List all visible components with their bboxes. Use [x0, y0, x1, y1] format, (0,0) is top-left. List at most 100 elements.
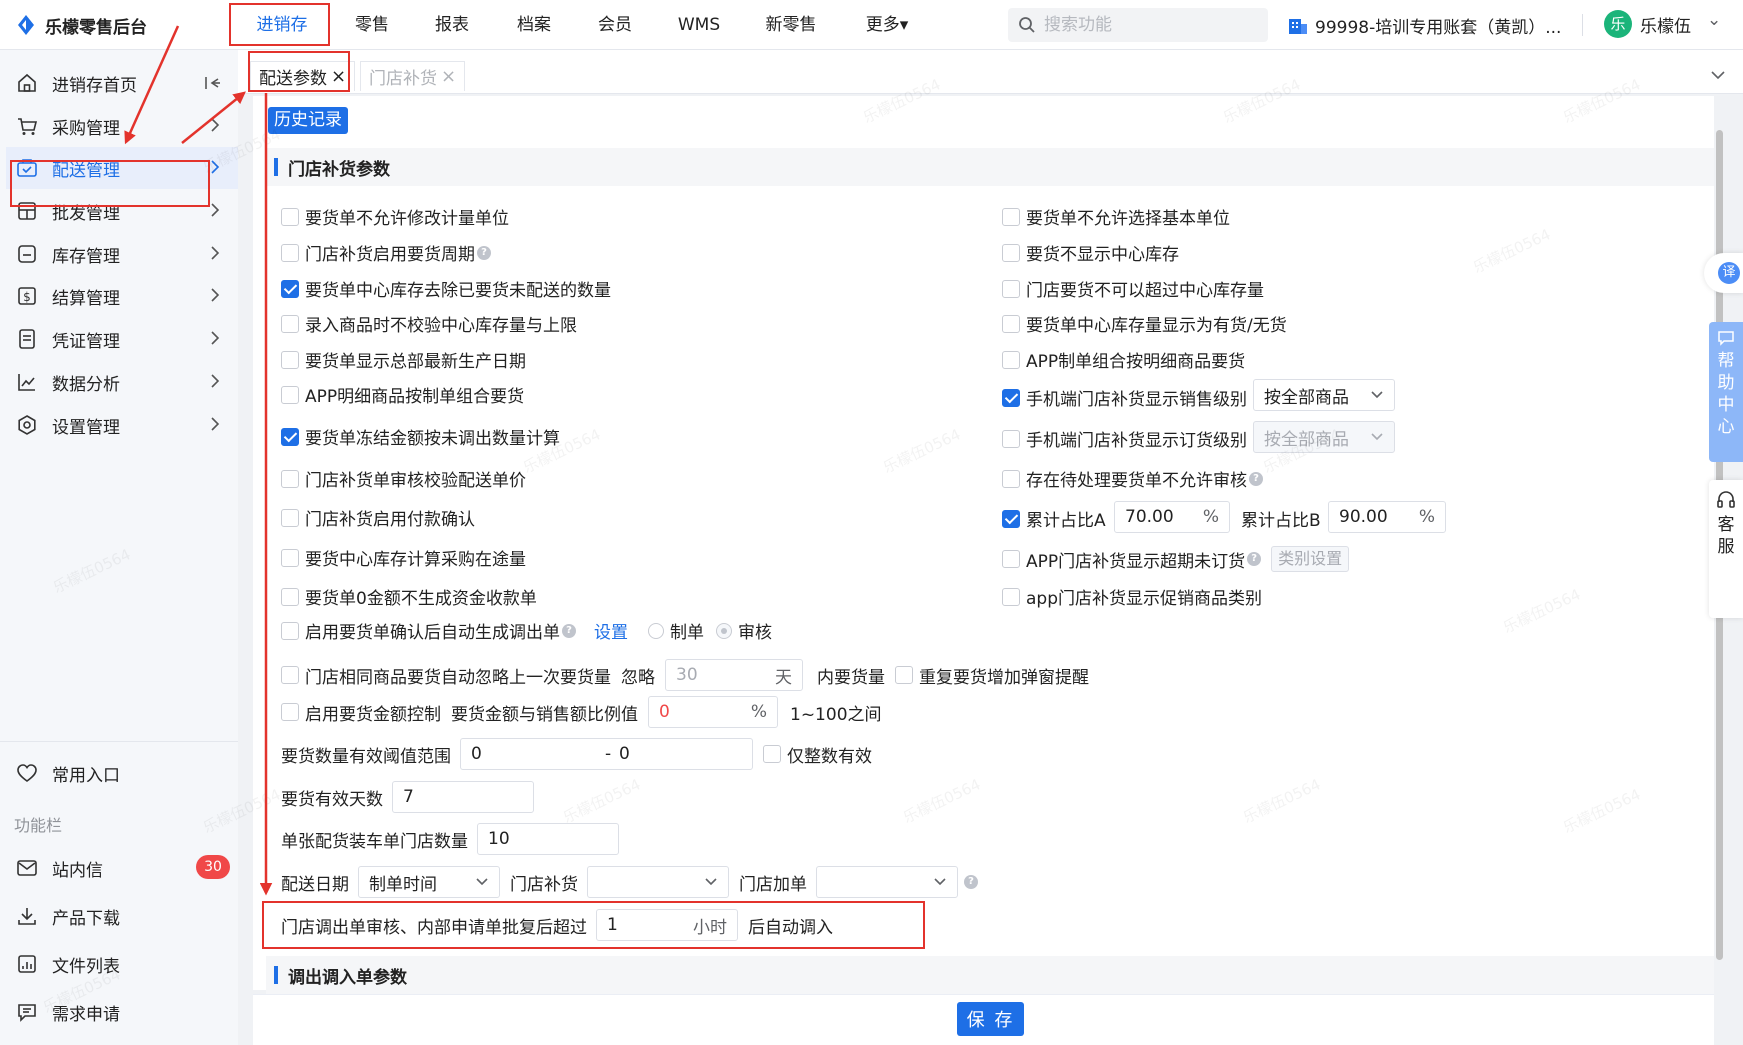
integer-only-checkbox[interactable]: [763, 745, 781, 763]
sidebar-item-inventory-home[interactable]: 进销存首页: [6, 62, 238, 104]
topnav-item-wms[interactable]: WMS: [672, 0, 726, 50]
right-option-checkbox[interactable]: [1002, 207, 1020, 226]
sidebar-item-settlement[interactable]: $ 结算管理: [6, 275, 238, 317]
customer-service-float[interactable]: 客 服: [1709, 480, 1743, 618]
annotation-sidebar-box: [10, 160, 210, 207]
right-option-checkbox[interactable]: [1002, 350, 1020, 369]
right-option-checkbox[interactable]: [1002, 429, 1020, 448]
left-option-label: 门店补货单审核校验配送单价: [305, 471, 526, 491]
right-option-checkbox[interactable]: [1002, 550, 1020, 568]
chevron-down-icon: [705, 878, 717, 886]
topnav-item-new-retail[interactable]: 新零售: [758, 0, 824, 50]
left-option-checkbox[interactable]: [281, 279, 299, 298]
history-button[interactable]: 历史记录: [268, 107, 348, 134]
help-icon[interactable]: ?: [964, 875, 978, 889]
right-option-row: 累计占比A: [1002, 506, 1106, 531]
cumulative-a-input[interactable]: 70.00 %: [1114, 501, 1230, 533]
help-icon[interactable]: ?: [477, 245, 491, 260]
app-logo[interactable]: 乐檬零售后台: [14, 11, 147, 39]
right-option-row: 手机端门店补货显示订货级别: [1002, 426, 1247, 451]
topnav-item-reports[interactable]: 报表: [428, 0, 476, 50]
help-icon[interactable]: ?: [562, 623, 576, 638]
app-title: 乐檬零售后台: [45, 17, 147, 38]
replenish-select[interactable]: [587, 866, 729, 898]
left-option-checkbox[interactable]: [281, 385, 299, 404]
left-option-checkbox[interactable]: [281, 243, 299, 262]
tabs-dropdown-icon[interactable]: [1703, 63, 1733, 87]
left-option-row: 要货中心库存计算采购在途量: [281, 545, 526, 570]
left-option-checkbox[interactable]: [281, 350, 299, 369]
sidebar-item-stock[interactable]: 库存管理: [6, 233, 238, 275]
help-icon[interactable]: ?: [1247, 552, 1262, 566]
right-option-checkbox[interactable]: [1002, 279, 1020, 298]
radio-audit[interactable]: [716, 622, 732, 639]
left-option-checkbox[interactable]: [281, 587, 299, 606]
ratio-input[interactable]: 0 %: [648, 696, 778, 728]
right-option-checkbox[interactable]: [1002, 469, 1020, 488]
search-input[interactable]: [1044, 15, 1244, 35]
left-option-label: 录入商品时不校验中心库存量与上限: [305, 316, 577, 336]
chevron-down-icon: [476, 878, 488, 886]
amount-control-checkbox[interactable]: [281, 703, 299, 721]
sidebar-item-voucher[interactable]: 凭证管理: [6, 318, 238, 360]
right-option-checkbox[interactable]: [1002, 314, 1020, 333]
add-order-select[interactable]: [816, 866, 958, 898]
category-settings-button[interactable]: 类别设置: [1271, 546, 1350, 572]
section-accent: [274, 966, 278, 984]
repeat-popup-checkbox[interactable]: [895, 666, 913, 684]
account-selector[interactable]: 99998-培训专用账套（黄凯）...: [1288, 13, 1561, 38]
topnav-item-retail[interactable]: 零售: [348, 0, 396, 50]
loading-input[interactable]: 10: [477, 823, 619, 855]
left-option-checkbox[interactable]: [281, 427, 299, 446]
cumulative-b-input[interactable]: 90.00 %: [1328, 501, 1446, 533]
help-center-float[interactable]: 帮 助 中 心: [1709, 322, 1743, 462]
loading-label: 单张配货装车单门店数量: [281, 831, 468, 852]
close-icon[interactable]: ×: [441, 67, 456, 86]
left-option-checkbox[interactable]: [281, 207, 299, 226]
chevron-right-icon: [210, 245, 220, 261]
auto-transfer-settings-link[interactable]: 设置: [594, 618, 628, 643]
save-button[interactable]: 保 存: [957, 1002, 1024, 1036]
topnav-item-more[interactable]: 更多▾: [856, 0, 918, 50]
delivery-date-select[interactable]: 制单时间: [358, 866, 500, 898]
sales-level-select[interactable]: 按全部商品: [1253, 379, 1395, 411]
sidebar-item-purchase[interactable]: 采购管理: [6, 105, 238, 147]
right-option-checkbox[interactable]: [1002, 509, 1020, 528]
auto-transfer-checkbox[interactable]: [281, 621, 299, 640]
right-option-checkbox[interactable]: [1002, 587, 1020, 606]
topnav-item-archive[interactable]: 档案: [510, 0, 558, 50]
voucher-icon: [19, 329, 35, 349]
sidebar-item-product-download[interactable]: 产品下载: [6, 895, 238, 937]
tab-store-replenish[interactable]: 门店补货 ×: [360, 61, 466, 91]
select-value: 按全部商品: [1264, 387, 1349, 408]
right-option-checkbox[interactable]: [1002, 388, 1020, 407]
valid-days-input[interactable]: 7: [392, 781, 534, 813]
help-icon[interactable]: ?: [1249, 471, 1263, 486]
translate-float[interactable]: 译: [1704, 253, 1743, 293]
left-option-checkbox[interactable]: [281, 508, 299, 527]
sidebar-item-settings[interactable]: 设置管理: [6, 404, 238, 446]
sidebar-item-inbox[interactable]: 站内信 30: [6, 847, 238, 889]
sidebar-item-analytics[interactable]: 数据分析: [6, 361, 238, 403]
radio-create[interactable]: [648, 622, 664, 639]
left-option-checkbox[interactable]: [281, 469, 299, 488]
right-option-label: 要货不显示中心库存: [1026, 245, 1179, 265]
valid-days-row: 要货有效天数 7: [281, 781, 534, 813]
ignore-days-input[interactable]: 30 天: [665, 659, 803, 691]
same-goods-checkbox[interactable]: [281, 666, 299, 684]
sidebar-item-label: 常用入口: [52, 765, 120, 786]
right-option-checkbox[interactable]: [1002, 243, 1020, 262]
section-accent: [274, 158, 278, 176]
threshold-range-input[interactable]: 0 - 0: [460, 738, 753, 770]
left-option-checkbox[interactable]: [281, 314, 299, 333]
same-goods-row: 门店相同商品要货自动忽略上一次要货量 忽略 30 天 内要货量 重复要货增加弹窗…: [281, 659, 1089, 691]
right-option-label: 要货单不允许选择基本单位: [1026, 209, 1230, 229]
collapse-sidebar-icon[interactable]: [204, 74, 222, 92]
left-option-checkbox[interactable]: [281, 548, 299, 567]
user-menu[interactable]: 乐 乐檬伍 ⌄: [1604, 10, 1721, 38]
request-icon: [18, 1004, 36, 1022]
user-name: 乐檬伍: [1640, 16, 1691, 37]
topnav-item-member[interactable]: 会员: [591, 0, 639, 50]
sidebar-common-entry[interactable]: 常用入口: [6, 752, 238, 794]
cumulative-b-label: 累计占比B: [1241, 506, 1321, 531]
